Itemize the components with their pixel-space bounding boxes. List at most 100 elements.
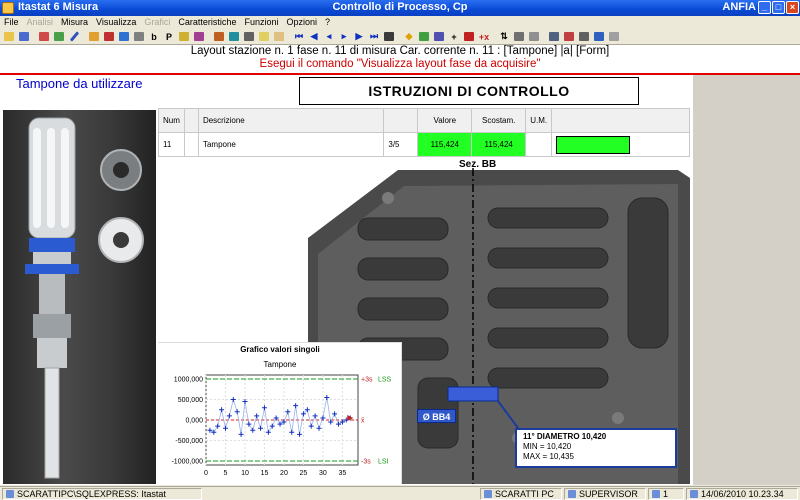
list-icon[interactable] [257, 30, 271, 43]
notes-icon[interactable] [272, 30, 286, 43]
table-row[interactable]: 11 Tampone 3/5 115,424 115,424 [158, 132, 690, 157]
grid-icon[interactable] [192, 30, 206, 43]
line-chart-icon[interactable] [87, 30, 101, 43]
table-header-row: Num Descrizione Valore Scostam. U.M. [158, 108, 690, 133]
curve-icon[interactable] [102, 30, 116, 43]
command-hint-text: Esegui il comando "Visualizza layout fas… [259, 58, 541, 70]
instructions-title: ISTRUZIONI DI CONTROLLO [299, 77, 639, 105]
graph-icon[interactable] [52, 30, 66, 43]
x-tick-label: 30 [319, 470, 327, 477]
document-title: Controllo di Processo, Cp [332, 1, 468, 13]
close-button[interactable]: × [786, 1, 799, 14]
tolerance-callout: 11° DIAMETRO 10,420 MIN = 10,420 MAX = 1… [515, 428, 677, 468]
title-bar: Itastat 6 Misura Controllo di Processo, … [0, 0, 800, 16]
status-count: 1 [648, 488, 684, 500]
export-icon[interactable] [577, 30, 591, 43]
row-valore: 115,424 [417, 132, 473, 157]
sort-icon[interactable]: ⇅ [497, 30, 511, 43]
tampone-title: Tampone da utilizzare [16, 76, 143, 91]
layout-icon[interactable] [212, 30, 226, 43]
print-icon[interactable] [527, 30, 541, 43]
nav-back-icon[interactable]: ◂ [322, 30, 336, 43]
x-tick-label: 20 [280, 470, 288, 477]
window-icon[interactable] [592, 30, 606, 43]
callout-max: MAX = 10,435 [523, 452, 574, 461]
save-icon[interactable] [17, 30, 31, 43]
x-tick-label: 0 [204, 470, 208, 477]
exit-icon[interactable] [607, 30, 621, 43]
flag-icon[interactable] [562, 30, 576, 43]
row-scostam: 115,424 [471, 132, 527, 157]
p-button[interactable]: P [162, 30, 176, 43]
limit-name-label: LSS [378, 377, 392, 384]
plus-button[interactable]: + [447, 30, 461, 43]
menu-opzioni[interactable]: Opzioni [282, 16, 321, 29]
x-tick-label: 35 [339, 470, 347, 477]
b-button[interactable]: b [147, 30, 161, 43]
process-icon[interactable] [227, 30, 241, 43]
y-tick-label: 500,000 [178, 397, 203, 404]
gauge-photo [3, 110, 156, 484]
chart-title: Tampone [264, 360, 297, 369]
menu-analisi[interactable]: Analisi [23, 16, 58, 29]
col-descrizione: Descrizione [197, 108, 385, 133]
nav-prev-icon[interactable]: ◀ [307, 30, 321, 43]
lock-icon[interactable] [512, 30, 526, 43]
computer-icon [484, 490, 492, 498]
refresh-icon[interactable] [382, 30, 396, 43]
col-num: Num [158, 108, 185, 133]
limit-sigma-label: x̄ [361, 418, 365, 425]
status-pc: SCARATTI PC [480, 488, 562, 500]
limit-name-label: LSI [378, 459, 389, 466]
maximize-button[interactable]: □ [772, 1, 785, 14]
settings-icon[interactable] [242, 30, 256, 43]
callout-title: 11° DIAMETRO 10,420 [523, 432, 607, 441]
callout-min: MIN = 10,420 [523, 442, 572, 451]
status-indicator [556, 135, 631, 154]
x-tick-label: 25 [300, 470, 308, 477]
config-icon[interactable] [547, 30, 561, 43]
col-valore: Valore [417, 108, 473, 133]
menu-misura[interactable]: Misura [57, 16, 92, 29]
chart-icon[interactable] [37, 30, 51, 43]
menu-grafici[interactable]: Grafici [140, 16, 174, 29]
row-fraction: 3/5 [383, 132, 419, 157]
menu-funzioni[interactable]: Funzioni [240, 16, 282, 29]
measure-table: Num Descrizione Valore Scostam. U.M. 11 … [158, 108, 690, 157]
y-tick-label: 0,000 [185, 418, 203, 425]
col-um: U.M. [525, 108, 553, 133]
open-icon[interactable] [2, 30, 16, 43]
nav-first-icon[interactable]: ⏮ [292, 30, 306, 43]
limit-sigma-label: +3s [361, 377, 373, 384]
diamond-icon[interactable]: ◆ [402, 30, 416, 43]
y-tick-label: -1000,000 [171, 459, 203, 466]
section-label: Sez. BB [459, 159, 497, 170]
ruler-icon[interactable] [177, 30, 191, 43]
measure-icon[interactable] [432, 30, 446, 43]
menu-help[interactable]: ? [321, 16, 334, 29]
x-tick-label: 10 [241, 470, 249, 477]
counter-icon [652, 490, 660, 498]
status-role: SUPERVISOR [564, 488, 646, 500]
menu-file[interactable]: File [0, 16, 23, 29]
x-tick-label: 15 [261, 470, 269, 477]
bars-icon[interactable] [117, 30, 131, 43]
plusx-button[interactable]: +x [477, 30, 491, 43]
minimize-button[interactable]: _ [758, 1, 771, 14]
single-values-chart: Tampone 0 5 10 15 20 25 30 35 1000,000 500,000 0,00… [171, 360, 392, 477]
user-icon [568, 490, 576, 498]
table-icon[interactable] [132, 30, 146, 43]
record-icon[interactable] [462, 30, 476, 43]
nav-forward-icon[interactable]: ▸ [337, 30, 351, 43]
nav-next-icon[interactable]: ▶ [352, 30, 366, 43]
gauge-icon[interactable] [417, 30, 431, 43]
single-values-chart-panel: Grafico valori singoli Tampone 0 5 10 15 20 25… [158, 342, 402, 484]
toolbar: b P ⏮ ◀ ◂ ▸ ▶ ⏭ ◆ + +x ⇅ [0, 29, 800, 45]
menu-caratteristiche[interactable]: Caratteristiche [174, 16, 240, 29]
menu-visualizza[interactable]: Visualizza [92, 16, 140, 29]
status-bar: SCARATTIPC\SQLEXPRESS: Itastat SCARATTI … [0, 486, 800, 500]
pen-icon[interactable] [67, 30, 81, 43]
limit-sigma-label: -3s [361, 459, 371, 466]
nav-last-icon[interactable]: ⏭ [367, 30, 381, 43]
bore-label: Ø BB4 [417, 409, 456, 423]
